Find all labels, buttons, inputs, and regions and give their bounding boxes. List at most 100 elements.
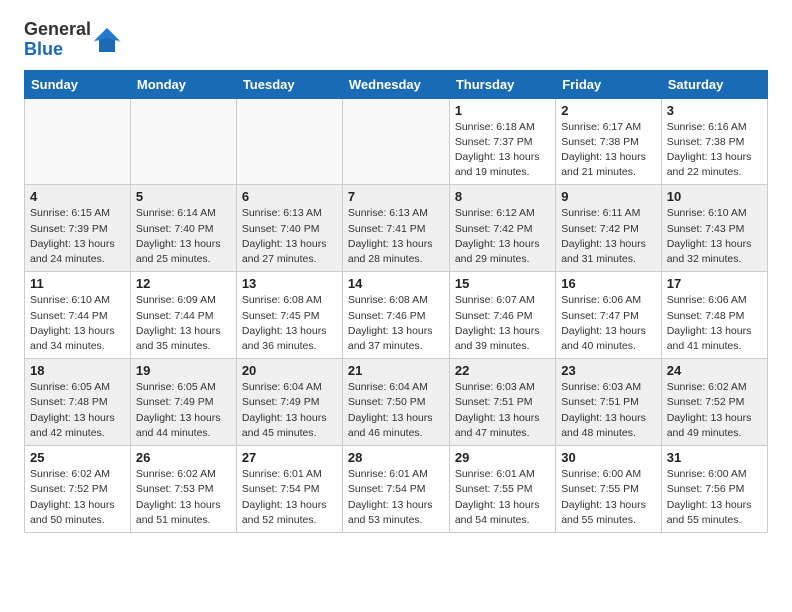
day-info: Sunrise: 6:02 AM Sunset: 7:53 PM Dayligh… bbox=[136, 467, 231, 528]
day-info: Sunrise: 6:03 AM Sunset: 7:51 PM Dayligh… bbox=[455, 380, 550, 441]
day-info: Sunrise: 6:03 AM Sunset: 7:51 PM Dayligh… bbox=[561, 380, 656, 441]
day-number: 13 bbox=[242, 276, 337, 291]
day-number: 27 bbox=[242, 450, 337, 465]
day-info: Sunrise: 6:04 AM Sunset: 7:49 PM Dayligh… bbox=[242, 380, 337, 441]
calendar-cell: 1 Sunrise: 6:18 AM Sunset: 7:37 PM Daylig… bbox=[449, 98, 555, 185]
calendar-cell: 11 Sunrise: 6:10 AM Sunset: 7:44 PM Dayli… bbox=[25, 272, 131, 359]
day-info: Sunrise: 6:08 AM Sunset: 7:46 PM Dayligh… bbox=[348, 293, 444, 354]
day-number: 22 bbox=[455, 363, 550, 378]
day-info: Sunrise: 6:07 AM Sunset: 7:46 PM Dayligh… bbox=[455, 293, 550, 354]
day-number: 7 bbox=[348, 189, 444, 204]
day-number: 19 bbox=[136, 363, 231, 378]
day-number: 15 bbox=[455, 276, 550, 291]
day-number: 2 bbox=[561, 103, 656, 118]
day-number: 8 bbox=[455, 189, 550, 204]
day-info: Sunrise: 6:04 AM Sunset: 7:50 PM Dayligh… bbox=[348, 380, 444, 441]
day-info: Sunrise: 6:06 AM Sunset: 7:47 PM Dayligh… bbox=[561, 293, 656, 354]
calendar-cell: 28Sunrise: 6:01 AM Sunset: 7:54 PM Dayli… bbox=[342, 446, 449, 533]
day-info: Sunrise: 6:00 AM Sunset: 7:55 PM Dayligh… bbox=[561, 467, 656, 528]
day-info: Sunrise: 6:17 AM Sunset: 7:38 PM Dayligh… bbox=[561, 120, 656, 181]
day-info: Sunrise: 6:05 AM Sunset: 7:48 PM Dayligh… bbox=[30, 380, 125, 441]
day-info: Sunrise: 6:02 AM Sunset: 7:52 PM Dayligh… bbox=[30, 467, 125, 528]
day-info: Sunrise: 6:00 AM Sunset: 7:56 PM Dayligh… bbox=[667, 467, 762, 528]
day-number: 30 bbox=[561, 450, 656, 465]
calendar-cell: 16 Sunrise: 6:06 AM Sunset: 7:47 PM Dayli… bbox=[556, 272, 662, 359]
day-info: Sunrise: 6:09 AM Sunset: 7:44 PM Dayligh… bbox=[136, 293, 231, 354]
calendar-cell: 5Sunrise: 6:14 AM Sunset: 7:40 PM Daylig… bbox=[130, 185, 236, 272]
weekday-header-friday: Friday bbox=[556, 70, 662, 98]
day-number: 17 bbox=[667, 276, 762, 291]
day-info: Sunrise: 6:10 AM Sunset: 7:44 PM Dayligh… bbox=[30, 293, 125, 354]
calendar-cell: 19Sunrise: 6:05 AM Sunset: 7:49 PM Dayli… bbox=[130, 359, 236, 446]
day-number: 23 bbox=[561, 363, 656, 378]
day-number: 12 bbox=[136, 276, 231, 291]
calendar-cell bbox=[236, 98, 342, 185]
calendar-cell: 4 Sunrise: 6:15 AM Sunset: 7:39 PM Daylig… bbox=[25, 185, 131, 272]
calendar-cell bbox=[25, 98, 131, 185]
calendar-cell: 2 Sunrise: 6:17 AM Sunset: 7:38 PM Daylig… bbox=[556, 98, 662, 185]
day-number: 20 bbox=[242, 363, 337, 378]
day-number: 4 bbox=[30, 189, 125, 204]
logo: General Blue bbox=[24, 20, 121, 60]
day-info: Sunrise: 6:02 AM Sunset: 7:52 PM Dayligh… bbox=[667, 380, 762, 441]
day-number: 11 bbox=[30, 276, 125, 291]
page-header: General Blue bbox=[24, 20, 768, 60]
calendar-cell: 7 Sunrise: 6:13 AM Sunset: 7:41 PM Daylig… bbox=[342, 185, 449, 272]
calendar-cell: 21 Sunrise: 6:04 AM Sunset: 7:50 PM Dayli… bbox=[342, 359, 449, 446]
calendar-week-row: 11 Sunrise: 6:10 AM Sunset: 7:44 PM Dayli… bbox=[25, 272, 768, 359]
calendar-cell: 9 Sunrise: 6:11 AM Sunset: 7:42 PM Daylig… bbox=[556, 185, 662, 272]
day-info: Sunrise: 6:15 AM Sunset: 7:39 PM Dayligh… bbox=[30, 206, 125, 267]
day-info: Sunrise: 6:14 AM Sunset: 7:40 PM Dayligh… bbox=[136, 206, 231, 267]
weekday-header-thursday: Thursday bbox=[449, 70, 555, 98]
calendar-cell: 20 Sunrise: 6:04 AM Sunset: 7:49 PM Dayli… bbox=[236, 359, 342, 446]
logo-general: General bbox=[24, 19, 91, 39]
calendar-week-row: 4 Sunrise: 6:15 AM Sunset: 7:39 PM Daylig… bbox=[25, 185, 768, 272]
day-number: 29 bbox=[455, 450, 550, 465]
calendar-cell: 15 Sunrise: 6:07 AM Sunset: 7:46 PM Dayli… bbox=[449, 272, 555, 359]
day-info: Sunrise: 6:13 AM Sunset: 7:41 PM Dayligh… bbox=[348, 206, 444, 267]
day-number: 9 bbox=[561, 189, 656, 204]
day-number: 1 bbox=[455, 103, 550, 118]
day-info: Sunrise: 6:18 AM Sunset: 7:37 PM Dayligh… bbox=[455, 120, 550, 181]
day-info: Sunrise: 6:13 AM Sunset: 7:40 PM Dayligh… bbox=[242, 206, 337, 267]
calendar-week-row: 18 Sunrise: 6:05 AM Sunset: 7:48 PM Dayli… bbox=[25, 359, 768, 446]
calendar-cell: 14 Sunrise: 6:08 AM Sunset: 7:46 PM Dayli… bbox=[342, 272, 449, 359]
calendar-cell: 18 Sunrise: 6:05 AM Sunset: 7:48 PM Dayli… bbox=[25, 359, 131, 446]
day-info: Sunrise: 6:11 AM Sunset: 7:42 PM Dayligh… bbox=[561, 206, 656, 267]
day-info: Sunrise: 6:08 AM Sunset: 7:45 PM Dayligh… bbox=[242, 293, 337, 354]
calendar-cell: 27 Sunrise: 6:01 AM Sunset: 7:54 PM Dayli… bbox=[236, 446, 342, 533]
weekday-header-tuesday: Tuesday bbox=[236, 70, 342, 98]
day-number: 16 bbox=[561, 276, 656, 291]
calendar-cell: 24 Sunrise: 6:02 AM Sunset: 7:52 PM Dayli… bbox=[661, 359, 767, 446]
calendar-table: SundayMondayTuesdayWednesdayThursdayFrid… bbox=[24, 70, 768, 533]
weekday-header-monday: Monday bbox=[130, 70, 236, 98]
calendar-cell: 26Sunrise: 6:02 AM Sunset: 7:53 PM Dayli… bbox=[130, 446, 236, 533]
day-number: 18 bbox=[30, 363, 125, 378]
day-number: 3 bbox=[667, 103, 762, 118]
weekday-header-sunday: Sunday bbox=[25, 70, 131, 98]
weekday-header-saturday: Saturday bbox=[661, 70, 767, 98]
calendar-week-row: 25 Sunrise: 6:02 AM Sunset: 7:52 PM Dayli… bbox=[25, 446, 768, 533]
day-info: Sunrise: 6:06 AM Sunset: 7:48 PM Dayligh… bbox=[667, 293, 762, 354]
weekday-header-row: SundayMondayTuesdayWednesdayThursdayFrid… bbox=[25, 70, 768, 98]
calendar-cell: 25 Sunrise: 6:02 AM Sunset: 7:52 PM Dayli… bbox=[25, 446, 131, 533]
day-number: 14 bbox=[348, 276, 444, 291]
day-number: 25 bbox=[30, 450, 125, 465]
calendar-cell: 17 Sunrise: 6:06 AM Sunset: 7:48 PM Dayli… bbox=[661, 272, 767, 359]
weekday-header-wednesday: Wednesday bbox=[342, 70, 449, 98]
day-number: 28 bbox=[348, 450, 444, 465]
day-info: Sunrise: 6:16 AM Sunset: 7:38 PM Dayligh… bbox=[667, 120, 762, 181]
calendar-cell: 13 Sunrise: 6:08 AM Sunset: 7:45 PM Dayli… bbox=[236, 272, 342, 359]
day-number: 21 bbox=[348, 363, 444, 378]
calendar-cell: 30 Sunrise: 6:00 AM Sunset: 7:55 PM Dayli… bbox=[556, 446, 662, 533]
calendar-cell bbox=[130, 98, 236, 185]
logo-icon bbox=[93, 26, 121, 54]
day-info: Sunrise: 6:01 AM Sunset: 7:55 PM Dayligh… bbox=[455, 467, 550, 528]
day-info: Sunrise: 6:12 AM Sunset: 7:42 PM Dayligh… bbox=[455, 206, 550, 267]
day-number: 24 bbox=[667, 363, 762, 378]
day-number: 10 bbox=[667, 189, 762, 204]
day-info: Sunrise: 6:10 AM Sunset: 7:43 PM Dayligh… bbox=[667, 206, 762, 267]
calendar-cell: 23 Sunrise: 6:03 AM Sunset: 7:51 PM Dayli… bbox=[556, 359, 662, 446]
day-info: Sunrise: 6:01 AM Sunset: 7:54 PM Dayligh… bbox=[242, 467, 337, 528]
calendar-cell bbox=[342, 98, 449, 185]
